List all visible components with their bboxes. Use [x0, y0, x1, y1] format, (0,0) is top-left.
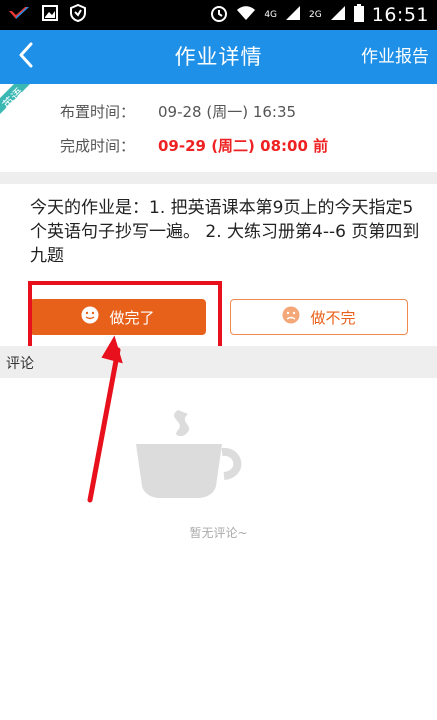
alarm-icon [210, 4, 228, 26]
done-button-label: 做完了 [109, 308, 155, 327]
assign-time-row: 布置时间： 09-28 (周一) 16:35 [60, 101, 296, 122]
sad-face-icon [282, 306, 300, 328]
chevron-left-icon [18, 42, 34, 72]
not-done-button[interactable]: 做不完 [230, 299, 408, 335]
done-button[interactable]: 做完了 [30, 299, 206, 335]
clock: 16:51 [371, 4, 429, 26]
battery-icon [353, 4, 364, 26]
wifi-icon [236, 5, 256, 25]
comments-title: 评论 [6, 356, 34, 372]
network-type-2: 2G [309, 9, 322, 20]
signal-icon-2 [330, 5, 346, 25]
homework-info: 英语 布置时间： 09-28 (周一) 16:35 完成时间： 09-29 (周二)… [0, 84, 437, 172]
section-divider [0, 172, 437, 184]
status-bar: 4G 2G 16:51 [0, 0, 437, 30]
title-bar: 作业详情 作业报告 [0, 30, 437, 84]
assign-time-value: 09-28 (周一) 16:35 [158, 103, 297, 121]
coffee-cup-icon [126, 404, 256, 508]
homework-report-button[interactable]: 作业报告 [361, 30, 429, 84]
due-time-value: 09-29 (周二) 08:00 前 [158, 137, 329, 155]
shield-icon [70, 3, 86, 26]
comments-header: 评论 [0, 346, 437, 378]
subject-ribbon: 英语 [0, 84, 40, 124]
gallery-icon [42, 5, 58, 25]
assign-time-label: 布置时间： [60, 103, 136, 121]
app-logo-icon [8, 5, 30, 25]
due-time-label: 完成时间： [60, 137, 136, 155]
signal-icon-1 [285, 5, 301, 25]
due-time-row: 完成时间： 09-29 (周二) 08:00 前 [60, 135, 328, 156]
no-comments-text: 暂无评论~ [189, 526, 248, 540]
network-type-1: 4G [264, 9, 278, 20]
back-button[interactable] [0, 30, 52, 84]
smile-icon [81, 306, 99, 328]
homework-content: 今天的作业是：1. 把英语课本第9页上的今天指定5个英语句子抄写一遍。 2. 大… [30, 198, 420, 266]
not-done-button-label: 做不完 [310, 308, 356, 327]
